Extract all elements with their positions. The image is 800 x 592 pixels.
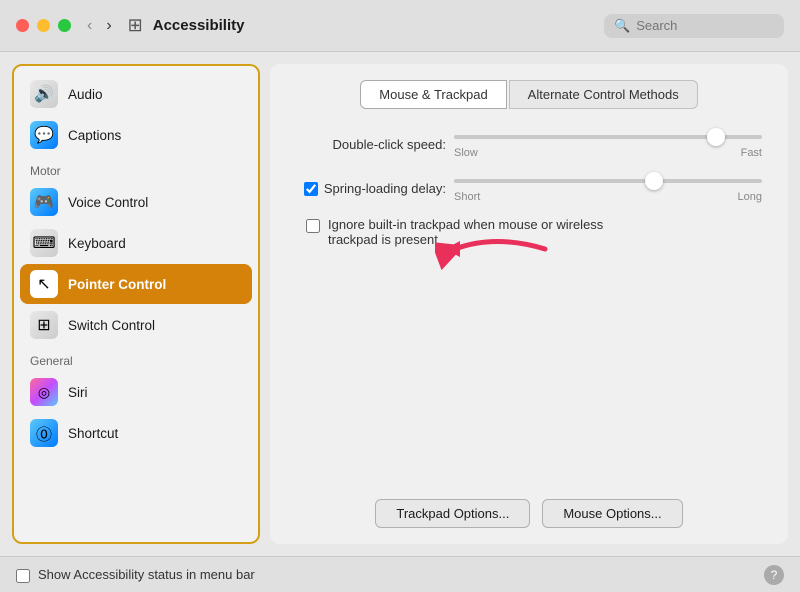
titlebar: ‹ › ⊞ Accessibility 🔍	[0, 0, 800, 52]
search-bar[interactable]: 🔍	[604, 14, 784, 38]
shortcut-icon: ⓪	[30, 419, 58, 447]
sidebar-label-voice-control: Voice Control	[68, 195, 148, 210]
forward-button[interactable]: ›	[102, 15, 115, 37]
help-button[interactable]: ?	[764, 565, 784, 585]
status-bar: Show Accessibility status in menu bar ?	[0, 556, 800, 592]
double-click-slow-label: Slow	[454, 147, 478, 159]
keyboard-icon: ⌨	[30, 229, 58, 257]
grid-icon: ⊞	[128, 15, 143, 36]
sidebar-label-pointer-control: Pointer Control	[68, 277, 166, 292]
audio-icon: 🔊	[30, 80, 58, 108]
sidebar-label-siri: Siri	[68, 385, 88, 400]
main-content: 🔊 Audio 💬 Captions Motor 🎮 Voice Control…	[0, 52, 800, 556]
sidebar-label-audio: Audio	[68, 87, 103, 102]
spring-loading-label: Spring-loading delay:	[324, 181, 446, 196]
spring-loading-slider-container: Short Long	[454, 173, 762, 203]
mouse-options-button[interactable]: Mouse Options...	[542, 499, 682, 528]
maximize-button[interactable]	[58, 19, 71, 32]
sidebar-item-siri[interactable]: ◎ Siri	[20, 372, 252, 412]
siri-icon: ◎	[30, 378, 58, 406]
sidebar: 🔊 Audio 💬 Captions Motor 🎮 Voice Control…	[12, 64, 260, 544]
sidebar-inner: 🔊 Audio 💬 Captions Motor 🎮 Voice Control…	[14, 66, 258, 542]
double-click-slider-fill	[454, 135, 716, 139]
sidebar-item-captions[interactable]: 💬 Captions	[20, 115, 252, 155]
minimize-button[interactable]	[37, 19, 50, 32]
spring-loading-checkbox[interactable]	[304, 182, 318, 196]
tab-bar: Mouse & Trackpad Alternate Control Metho…	[286, 80, 772, 109]
ignore-trackpad-row: Ignore built-in trackpad when mouse or w…	[296, 217, 762, 247]
ignore-trackpad-checkbox[interactable]	[306, 219, 320, 233]
ignore-trackpad-label: Ignore built-in trackpad when mouse or w…	[328, 217, 648, 247]
status-bar-checkbox[interactable]	[16, 569, 30, 583]
spring-loading-slider-wrapper[interactable]	[454, 173, 762, 189]
spring-loading-label-row: Spring-loading delay: Short Long	[296, 173, 762, 203]
spring-loading-long-label: Long	[738, 191, 762, 203]
sidebar-item-shortcut[interactable]: ⓪ Shortcut	[20, 413, 252, 453]
captions-icon: 💬	[30, 121, 58, 149]
search-icon: 🔍	[614, 18, 630, 34]
close-button[interactable]	[16, 19, 29, 32]
sidebar-label-shortcut: Shortcut	[68, 426, 118, 441]
right-panel: Mouse & Trackpad Alternate Control Metho…	[270, 64, 788, 544]
window-controls	[16, 19, 71, 32]
double-click-label: Double-click speed:	[296, 137, 446, 152]
spring-loading-row: Spring-loading delay: Short Long	[296, 173, 762, 203]
tab-alternate-control[interactable]: Alternate Control Methods	[509, 80, 698, 109]
double-click-slider-track	[454, 135, 762, 139]
double-click-slider-thumb[interactable]	[707, 128, 725, 146]
sidebar-label-captions: Captions	[68, 128, 121, 143]
tab-mouse-trackpad[interactable]: Mouse & Trackpad	[360, 80, 506, 109]
sidebar-item-keyboard[interactable]: ⌨ Keyboard	[20, 223, 252, 263]
status-bar-label: Show Accessibility status in menu bar	[38, 567, 255, 582]
sidebar-item-audio[interactable]: 🔊 Audio	[20, 74, 252, 114]
double-click-row: Double-click speed: Slow Fast	[296, 129, 762, 159]
sidebar-item-pointer-control[interactable]: ↖ Pointer Control	[20, 264, 252, 304]
double-click-fast-label: Fast	[741, 147, 762, 159]
double-click-slider-labels: Slow Fast	[454, 147, 762, 159]
section-motor: Motor	[20, 156, 252, 182]
search-input[interactable]	[636, 18, 776, 33]
spring-loading-slider-fill	[454, 179, 654, 183]
voice-control-icon: 🎮	[30, 188, 58, 216]
pointer-control-icon: ↖	[30, 270, 58, 298]
bottom-buttons: Trackpad Options... Mouse Options...	[286, 483, 772, 528]
double-click-slider-container: Slow Fast	[454, 129, 762, 159]
sidebar-label-switch-control: Switch Control	[68, 318, 155, 333]
spring-loading-slider-labels: Short Long	[454, 191, 762, 203]
sidebar-label-keyboard: Keyboard	[68, 236, 126, 251]
double-click-label-row: Double-click speed: Slow Fast	[296, 129, 762, 159]
switch-control-icon: ⊞	[30, 311, 58, 339]
spring-loading-slider-track	[454, 179, 762, 183]
spring-loading-short-label: Short	[454, 191, 480, 203]
nav-arrows: ‹ ›	[83, 15, 116, 37]
spring-loading-slider-thumb[interactable]	[645, 172, 663, 190]
back-button[interactable]: ‹	[83, 15, 96, 37]
section-general: General	[20, 346, 252, 372]
settings-area: Double-click speed: Slow Fast	[286, 129, 772, 483]
status-checkbox-row: Show Accessibility status in menu bar	[16, 567, 255, 583]
double-click-slider-wrapper[interactable]	[454, 129, 762, 145]
sidebar-item-switch-control[interactable]: ⊞ Switch Control	[20, 305, 252, 345]
sidebar-item-voice-control[interactable]: 🎮 Voice Control	[20, 182, 252, 222]
trackpad-options-button[interactable]: Trackpad Options...	[375, 499, 530, 528]
window-title: Accessibility	[153, 17, 604, 34]
